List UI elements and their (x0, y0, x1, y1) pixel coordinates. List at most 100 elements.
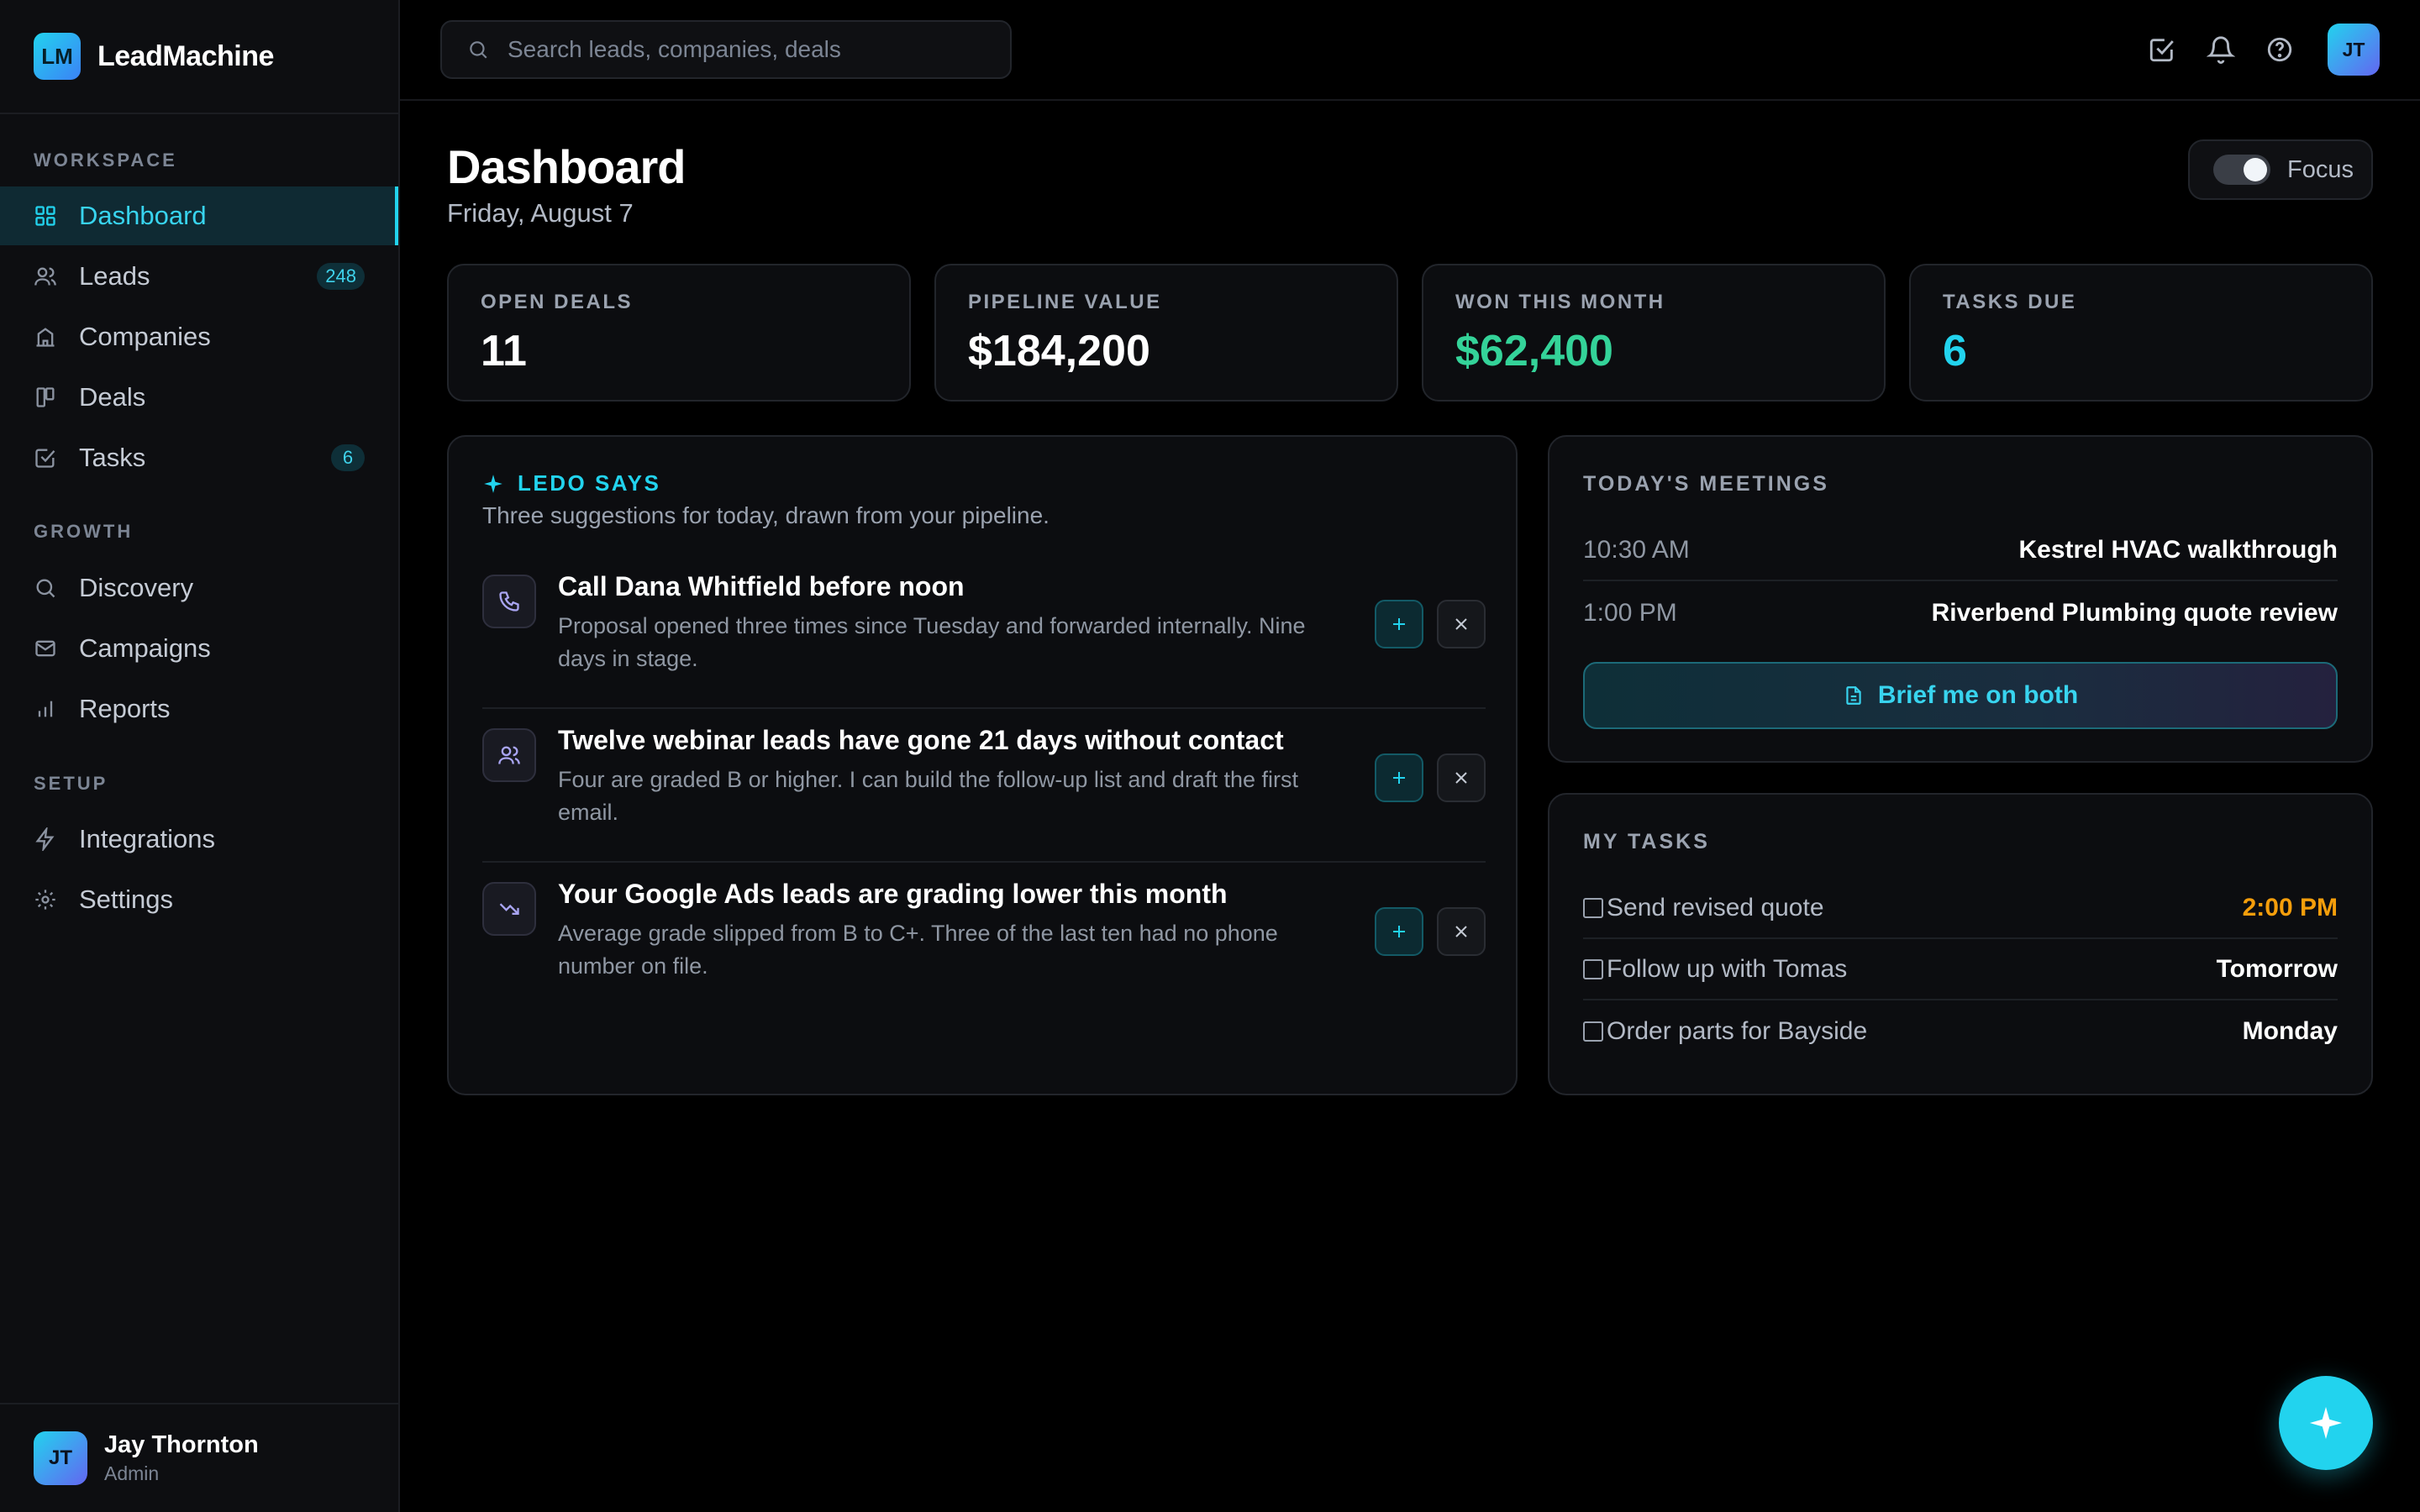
meeting-row[interactable]: 10:30 AM Kestrel HVAC walkthrough (1583, 521, 2338, 581)
sparkle-icon (2309, 1406, 2343, 1440)
sidebar-item-label: Tasks (79, 443, 146, 472)
stat-card-won-this-month[interactable]: WON THIS MONTH $62,400 (1422, 264, 1886, 402)
account-avatar[interactable]: JT (2328, 24, 2380, 76)
sidebar-item-reports[interactable]: Reports (0, 680, 398, 738)
search-icon (34, 576, 57, 600)
grid-icon (34, 204, 57, 228)
plus-icon (1393, 618, 1405, 630)
dismiss-suggestion-button[interactable] (1437, 600, 1486, 648)
brief-me-label: Brief me on both (1877, 681, 2079, 709)
brief-me-button[interactable]: Brief me on both (1583, 662, 2338, 729)
focus-toggle[interactable]: Focus (2188, 139, 2373, 200)
ledo-subtitle: Three suggestions for today, drawn from … (482, 502, 1050, 528)
search-input[interactable]: Search leads, companies, deals (440, 20, 1012, 79)
task-due: Tomorrow (2216, 955, 2338, 983)
stat-label: PIPELINE VALUE (968, 291, 1162, 313)
sidebar-item-label: Companies (79, 322, 211, 351)
building-icon (34, 325, 57, 349)
meeting-time: 10:30 AM (1583, 536, 1690, 564)
assistant-fab-button[interactable] (2279, 1376, 2373, 1470)
section-label-setup: SETUP (34, 773, 108, 794)
sidebar-item-leads[interactable]: Leads 248 (0, 247, 398, 306)
sidebar-item-settings[interactable]: Settings (0, 870, 398, 929)
sidebar-item-tasks[interactable]: Tasks 6 (0, 428, 398, 487)
sidebar-item-label: Reports (79, 694, 171, 723)
dismiss-suggestion-button[interactable] (1437, 907, 1486, 956)
suggestion-item: Call Dana Whitfield before noon Proposal… (482, 566, 1486, 709)
sidebar-item-label: Dashboard (79, 201, 207, 230)
meetings-title: TODAY'S MEETINGS (1583, 472, 1829, 496)
sidebar-item-label: Discovery (79, 573, 194, 602)
bell-icon[interactable] (2205, 34, 2237, 66)
check-square-icon (34, 446, 57, 470)
stat-label: WON THIS MONTH (1455, 291, 1665, 313)
section-label-workspace: WORKSPACE (34, 150, 177, 171)
suggestion-title: Your Google Ads leads are grading lower … (558, 879, 1228, 909)
stat-card-pipeline-value[interactable]: PIPELINE VALUE $184,200 (934, 264, 1398, 402)
task-due: 2:00 PM (2242, 894, 2338, 921)
suggestion-item: Twelve webinar leads have gone 21 days w… (482, 720, 1486, 863)
accept-suggestion-button[interactable] (1375, 907, 1423, 956)
accept-suggestion-button[interactable] (1375, 600, 1423, 648)
meeting-row[interactable]: 1:00 PM Riverbend Plumbing quote review (1583, 583, 2338, 643)
help-icon[interactable] (2264, 34, 2296, 66)
suggestion-description: Four are graded B or higher. I can build… (558, 767, 1298, 825)
suggestion-title: Call Dana Whitfield before noon (558, 571, 965, 601)
sidebar-item-companies[interactable]: Companies (0, 307, 398, 366)
plus-icon (1393, 772, 1405, 784)
stat-value: $184,200 (968, 327, 1150, 375)
stat-card-open-deals[interactable]: OPEN DEALS 11 (447, 264, 911, 402)
brand-name: LeadMachine (97, 39, 274, 72)
task-label: Follow up with Tomas (1607, 955, 1848, 983)
task-checkbox[interactable] (1583, 898, 1603, 918)
sparkle-icon (484, 474, 502, 493)
task-label-wrap: Send revised quote (1583, 894, 1824, 922)
toggle-switch[interactable] (2213, 155, 2270, 185)
close-icon (1455, 772, 1467, 784)
tasks-count-badge: 6 (331, 444, 365, 471)
meeting-time: 1:00 PM (1583, 599, 1677, 627)
suggestion-description: Average grade slipped from B to C+. Thre… (558, 921, 1278, 979)
sidebar: LM LeadMachine WORKSPACE Dashboard Leads… (0, 0, 400, 1512)
task-label: Send revised quote (1607, 894, 1824, 921)
page-date: Friday, August 7 (447, 198, 634, 228)
todays-meetings-card: TODAY'S MEETINGS 10:30 AM Kestrel HVAC w… (1548, 435, 2373, 763)
task-checkbox[interactable] (1583, 1021, 1603, 1042)
document-icon (1846, 686, 1861, 705)
sidebar-item-deals[interactable]: Deals (0, 368, 398, 427)
accept-suggestion-button[interactable] (1375, 753, 1423, 802)
section-label-growth: GROWTH (34, 521, 134, 542)
stat-label: TASKS DUE (1943, 291, 2077, 313)
dismiss-suggestion-button[interactable] (1437, 753, 1486, 802)
meeting-title: Riverbend Plumbing quote review (1931, 599, 2338, 627)
suggestion-title: Twelve webinar leads have gone 21 days w… (558, 725, 1284, 755)
ledo-title: LEDO SAYS (518, 470, 661, 496)
meeting-title: Kestrel HVAC walkthrough (2018, 536, 2338, 564)
stat-label: OPEN DEALS (481, 291, 634, 313)
close-icon (1455, 618, 1467, 630)
bar-chart-icon (34, 697, 57, 721)
task-row[interactable]: Follow up with Tomas Tomorrow (1583, 940, 2338, 1000)
user-name: Jay Thornton (104, 1431, 259, 1458)
stat-value: $62,400 (1455, 327, 1613, 375)
ledo-header: LEDO SAYS (482, 470, 660, 496)
task-row[interactable]: Send revised quote 2:00 PM (1583, 879, 2338, 939)
sidebar-item-integrations[interactable]: Integrations (0, 810, 398, 869)
brand-logo: LM (34, 33, 81, 80)
sidebar-item-dashboard[interactable]: Dashboard (0, 186, 398, 245)
tasks-title: MY TASKS (1583, 830, 1710, 853)
stat-card-tasks-due[interactable]: TASKS DUE 6 (1909, 264, 2373, 402)
bolt-icon (34, 827, 57, 851)
task-row[interactable]: Order parts for Bayside Monday (1583, 1001, 2338, 1062)
task-checkbox[interactable] (1583, 959, 1603, 979)
user-profile[interactable]: JT Jay Thornton Admin (0, 1403, 398, 1512)
users-icon (482, 728, 536, 782)
brand[interactable]: LM LeadMachine (0, 0, 398, 114)
tasks-icon[interactable] (2146, 34, 2178, 66)
sidebar-item-campaigns[interactable]: Campaigns (0, 619, 398, 678)
avatar: JT (34, 1431, 87, 1485)
leads-count-badge: 248 (317, 263, 365, 290)
sidebar-item-label: Deals (79, 382, 146, 412)
task-label-wrap: Order parts for Bayside (1583, 1017, 1867, 1046)
sidebar-item-discovery[interactable]: Discovery (0, 559, 398, 617)
